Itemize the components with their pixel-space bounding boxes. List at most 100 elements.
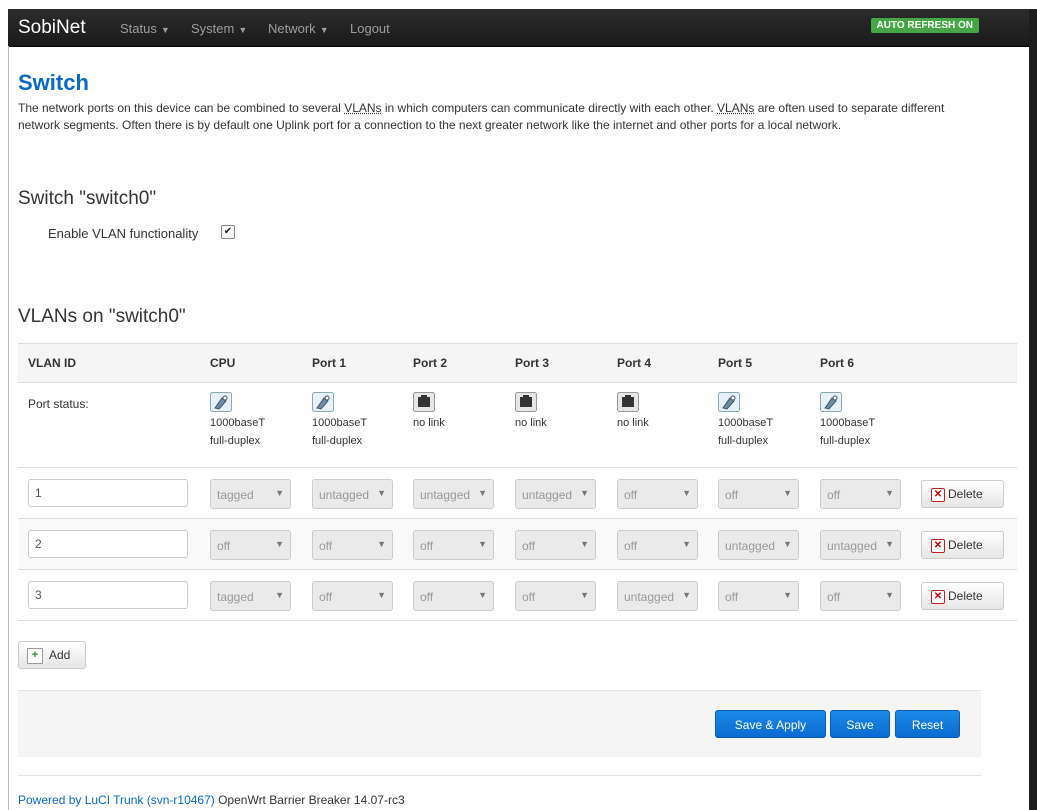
caret-down-icon: ▼: [160, 25, 170, 35]
content-border: [8, 46, 9, 810]
enable-vlan-checkbox[interactable]: ✔: [221, 225, 235, 239]
navbar: SobiNet Status ▼ System ▼ Network ▼ Logout …: [8, 9, 1029, 47]
port-speed: 1000baseT: [718, 417, 774, 429]
ethernet-nolink-icon: [617, 392, 639, 412]
save-apply-button[interactable]: Save & Apply: [715, 710, 826, 738]
port-mode-select[interactable]: untagged ▼: [413, 479, 494, 509]
select-value: off: [420, 590, 434, 604]
luci-link[interactable]: Powered by LuCI Trunk (svn-r10467): [18, 793, 215, 807]
port-mode-select[interactable]: off ▼: [820, 479, 901, 509]
select-value: off: [725, 590, 739, 604]
port-speed: no link: [617, 417, 649, 429]
col-port1: Port 1: [312, 356, 347, 370]
delete-icon: ✕: [931, 488, 945, 502]
port-mode-select[interactable]: off ▼: [413, 530, 494, 560]
page-title: Switch: [18, 70, 89, 95]
delete-label: Delete: [948, 487, 983, 501]
dropdown-arrow-icon: ▼: [377, 590, 386, 600]
ethernet-connected-icon: [312, 392, 334, 412]
port-status-port5: 1000baseT full-duplex: [718, 392, 808, 450]
dropdown-arrow-icon: ▼: [783, 488, 792, 498]
port-mode-select[interactable]: off ▼: [312, 581, 393, 611]
dropdown-arrow-icon: ▼: [580, 488, 589, 498]
ethernet-nolink-icon: [413, 392, 435, 412]
port-mode-select[interactable]: off ▼: [210, 530, 291, 560]
dropdown-arrow-icon: ▼: [580, 539, 589, 549]
vlan-id-input[interactable]: [28, 479, 188, 507]
port-mode-select[interactable]: off ▼: [820, 581, 901, 611]
menu-system[interactable]: System ▼: [191, 21, 247, 36]
port-mode-select[interactable]: off ▼: [617, 479, 698, 509]
port-mode-select[interactable]: untagged ▼: [820, 530, 901, 560]
port-status-port4: no link: [617, 392, 707, 432]
delete-label: Delete: [948, 538, 983, 552]
port-status-label: Port status:: [28, 397, 89, 411]
delete-vlan-button[interactable]: ✕ Delete: [921, 480, 1004, 508]
reset-button[interactable]: Reset: [895, 710, 960, 738]
col-port4: Port 4: [617, 356, 652, 370]
enable-vlan-label: Enable VLAN functionality: [48, 226, 199, 241]
port-mode-select[interactable]: untagged ▼: [312, 479, 393, 509]
port-status-port1: 1000baseT full-duplex: [312, 392, 402, 450]
dropdown-arrow-icon: ▼: [275, 590, 284, 600]
auto-refresh-badge[interactable]: AUTO REFRESH ON: [870, 18, 979, 33]
select-value: untagged: [522, 488, 573, 502]
port-mode-select[interactable]: untagged ▼: [718, 530, 799, 560]
dropdown-arrow-icon: ▼: [478, 488, 487, 498]
port-mode-select[interactable]: off ▼: [515, 530, 596, 560]
desc-text: The network ports on this device can be …: [18, 101, 345, 115]
port-mode-select[interactable]: off ▼: [718, 581, 799, 611]
port-mode-select[interactable]: off ▼: [312, 530, 393, 560]
port-mode-select[interactable]: tagged ▼: [210, 581, 291, 611]
port-speed: 1000baseT: [210, 417, 266, 429]
dropdown-arrow-icon: ▼: [682, 488, 691, 498]
dropdown-arrow-icon: ▼: [275, 488, 284, 498]
col-cpu: CPU: [210, 356, 236, 370]
vlan-id-input[interactable]: [28, 530, 188, 558]
menu-status[interactable]: Status ▼: [120, 21, 170, 36]
menu-logout[interactable]: Logout: [350, 21, 390, 36]
menu-system-label: System: [191, 21, 235, 36]
port-mode-select[interactable]: untagged ▼: [515, 479, 596, 509]
menu-network[interactable]: Network ▼: [268, 21, 329, 36]
select-value: off: [420, 539, 434, 553]
save-button[interactable]: Save: [830, 710, 890, 738]
dropdown-arrow-icon: ▼: [682, 590, 691, 600]
port-status-cpu: 1000baseT full-duplex: [210, 392, 300, 450]
delete-vlan-button[interactable]: ✕ Delete: [921, 582, 1004, 610]
select-value: off: [522, 590, 536, 604]
port-mode-select[interactable]: off ▼: [515, 581, 596, 611]
brand-logo[interactable]: SobiNet: [18, 17, 86, 39]
port-speed: 1000baseT: [312, 417, 368, 429]
add-vlan-button[interactable]: + Add: [18, 641, 86, 669]
port-duplex: full-duplex: [718, 435, 769, 447]
select-value: off: [522, 539, 536, 553]
dropdown-arrow-icon: ▼: [885, 590, 894, 600]
col-port6: Port 6: [820, 356, 855, 370]
delete-vlan-button[interactable]: ✕ Delete: [921, 531, 1004, 559]
col-vlan-id: VLAN ID: [28, 356, 76, 370]
port-mode-select[interactable]: off ▼: [413, 581, 494, 611]
dropdown-arrow-icon: ▼: [682, 539, 691, 549]
dropdown-arrow-icon: ▼: [783, 590, 792, 600]
top-strip: [0, 0, 1037, 9]
select-value: untagged: [827, 539, 878, 553]
caret-down-icon: ▼: [319, 25, 329, 35]
port-mode-select[interactable]: tagged ▼: [210, 479, 291, 509]
port-status-port2: no link: [413, 392, 503, 432]
select-value: tagged: [217, 488, 254, 502]
dropdown-arrow-icon: ▼: [377, 539, 386, 549]
port-mode-select[interactable]: off ▼: [617, 530, 698, 560]
select-value: untagged: [319, 488, 370, 502]
page-description: The network ports on this device can be …: [18, 100, 978, 134]
dropdown-arrow-icon: ▼: [885, 539, 894, 549]
select-value: off: [827, 488, 841, 502]
port-mode-select[interactable]: off ▼: [718, 479, 799, 509]
select-value: off: [319, 590, 333, 604]
select-value: off: [827, 590, 841, 604]
port-mode-select[interactable]: untagged ▼: [617, 581, 698, 611]
footer-version: OpenWrt Barrier Breaker 14.07-rc3: [214, 793, 405, 807]
vlan-id-input[interactable]: [28, 581, 188, 609]
port-speed: no link: [515, 417, 547, 429]
col-port3: Port 3: [515, 356, 550, 370]
